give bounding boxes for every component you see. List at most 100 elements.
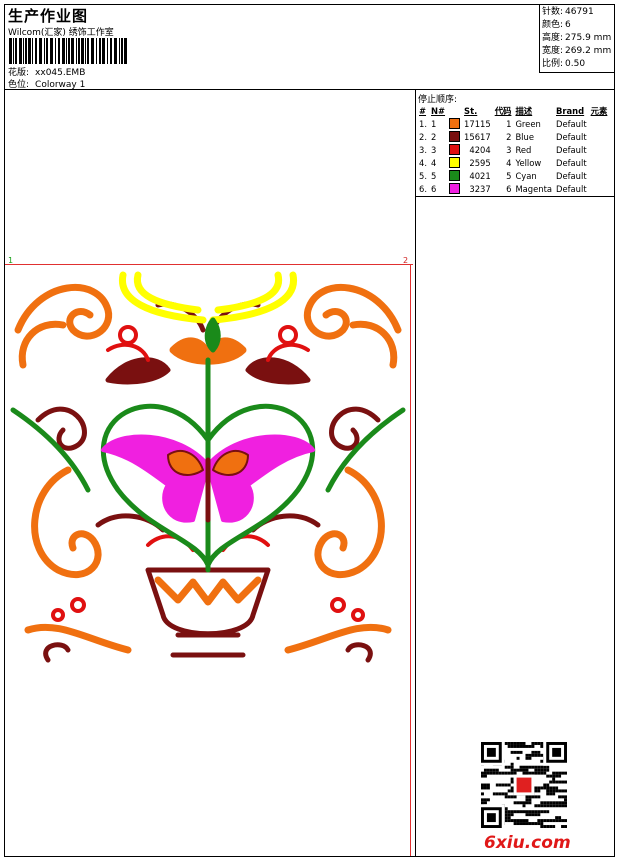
horizontal-ruler-line: [5, 264, 413, 265]
row-description: Magenta: [515, 183, 552, 194]
yellow-sprays: [119, 271, 297, 324]
row-brand: Default: [556, 170, 587, 181]
row-stitches: 4021: [469, 170, 491, 181]
row-code: 1: [506, 118, 512, 129]
colorway-label: 色位:: [8, 80, 30, 90]
stat-label: 颜色:: [542, 20, 564, 30]
stat-value: 269.2 mm: [565, 46, 612, 56]
stat-value: 275.9 mm: [565, 33, 612, 43]
row-element: [589, 143, 610, 156]
embroidery-design[interactable]: [8, 270, 408, 680]
row-element: [589, 182, 610, 195]
column-header: 元素: [590, 106, 608, 116]
row-index: 4.: [419, 157, 427, 168]
stat-label: 针数:: [542, 7, 564, 17]
column-header: [447, 105, 462, 117]
row-description: Yellow: [515, 157, 542, 168]
stat-value: 0.50: [565, 59, 586, 69]
stop-sequence-title: 停止顺序:: [418, 95, 458, 105]
stats-box: 针数: 46791 颜色: 6 高度: 275.9 mm 宽度: 269.2 mm 比例…: [539, 5, 614, 73]
row-stitches: 15617: [464, 131, 491, 142]
watermark-logo[interactable]: 6xiu.com: [484, 833, 571, 853]
row-index: 3.: [419, 144, 427, 155]
row-brand: Default: [556, 183, 587, 194]
row-index: 6.: [419, 183, 427, 194]
stat-stitches: 针数: 46791: [542, 6, 612, 19]
row-needle: 6: [431, 183, 437, 194]
table-row[interactable]: 4. 4 2595 4 Yellow Default: [417, 156, 609, 169]
table-header-row: # N# St. 代码 描述 Brand 元素: [417, 105, 609, 117]
studio-subtitle: Wilcom(汇家) 绣饰工作室: [8, 28, 114, 38]
stat-label: 比例:: [542, 59, 564, 69]
row-brand: Default: [556, 118, 587, 129]
colorway-value: Colorway 1: [35, 80, 86, 90]
row-code: 3: [506, 144, 512, 155]
row-brand: Default: [556, 157, 587, 168]
column-header: 代码: [494, 106, 512, 116]
barcode-icon: [9, 38, 127, 64]
row-code: 6: [506, 183, 512, 194]
column-header: 描述: [515, 106, 533, 116]
row-stitches: 3237: [469, 183, 491, 194]
color-swatch-icon: [449, 170, 461, 181]
ruler-number-left: 1: [8, 256, 14, 265]
stat-value: 6: [565, 20, 571, 30]
color-swatch-icon: [449, 144, 461, 155]
column-header: Brand: [556, 106, 585, 116]
color-swatch: [447, 169, 462, 182]
table-row[interactable]: 3. 3 4204 3 Red Default: [417, 143, 609, 156]
panel-divider: [416, 196, 614, 197]
row-stitches: 4204: [469, 144, 491, 155]
stop-sequence-table: # N# St. 代码 描述 Brand 元素 1. 1 17115 1 Green De…: [417, 105, 609, 195]
row-element: [589, 169, 610, 182]
stat-label: 宽度:: [542, 46, 564, 56]
color-swatch: [447, 143, 462, 156]
design-area: 1 2: [5, 90, 416, 856]
row-stitches: 2595: [469, 157, 491, 168]
column-header: St.: [464, 106, 478, 116]
row-element: [589, 130, 610, 143]
row-description: Green: [515, 118, 541, 129]
column-header: #: [419, 106, 427, 116]
stat-value: 46791: [565, 7, 594, 17]
stat-height: 高度: 275.9 mm: [542, 32, 612, 45]
stat-width: 宽度: 269.2 mm: [542, 45, 612, 58]
vertical-ruler-line: [410, 264, 411, 856]
row-index: 2.: [419, 131, 427, 142]
table-row[interactable]: 6. 6 3237 6 Magenta Default: [417, 182, 609, 195]
color-swatch-icon: [449, 118, 461, 129]
row-description: Red: [515, 144, 532, 155]
row-code: 5: [506, 170, 512, 181]
colorway-row: 色位: Colorway 1: [8, 77, 85, 90]
column-header: N#: [431, 106, 446, 116]
row-index: 5.: [419, 170, 427, 181]
qr-code-icon[interactable]: [481, 742, 567, 828]
row-code: 2: [506, 131, 512, 142]
row-description: Cyan: [515, 170, 537, 181]
color-swatch-icon: [449, 183, 461, 194]
stop-sequence-panel: 停止顺序: # N# St. 代码 描述 Brand 元素 1. 1 17115 1 G…: [416, 90, 614, 195]
color-swatch: [447, 156, 462, 169]
color-swatch: [447, 117, 462, 130]
color-swatch: [447, 130, 462, 143]
table-row[interactable]: 1. 1 17115 1 Green Default: [417, 117, 609, 130]
color-swatch-icon: [449, 157, 461, 168]
row-needle: 3: [431, 144, 437, 155]
row-needle: 4: [431, 157, 437, 168]
color-swatch-icon: [449, 131, 461, 142]
row-needle: 5: [431, 170, 437, 181]
table-row[interactable]: 2. 2 15617 2 Blue Default: [417, 130, 609, 143]
header: 生产作业图 Wilcom(汇家) 绣饰工作室 花版: xx045.EMB 色位: C…: [5, 5, 614, 90]
stat-colors: 颜色: 6: [542, 19, 612, 32]
row-description: Blue: [515, 131, 534, 142]
row-stitches: 17115: [464, 118, 491, 129]
table-row[interactable]: 5. 5 4021 5 Cyan Default: [417, 169, 609, 182]
row-brand: Default: [556, 131, 587, 142]
row-element: [589, 156, 610, 169]
page-title: 生产作业图: [8, 7, 89, 25]
stat-scale: 比例: 0.50: [542, 58, 612, 71]
row-element: [589, 117, 610, 130]
row-needle: 1: [431, 118, 437, 129]
green-stems: [10, 317, 406, 573]
stat-label: 高度:: [542, 33, 564, 43]
